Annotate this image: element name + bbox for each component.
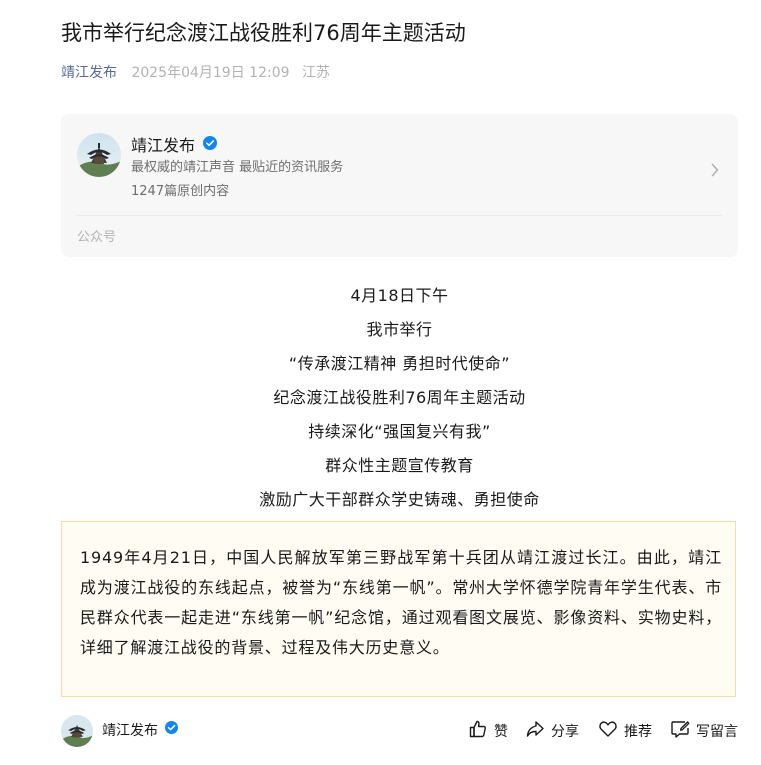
intro-line: 我市举行 — [366, 320, 433, 339]
account-name-row: 靖江发布 — [131, 134, 218, 158]
account-slogan: 最权威的靖江声音 最贴近的资讯服务 — [131, 160, 344, 175]
card-divider — [77, 215, 722, 216]
intro-line: 纪念渡江战役胜利76周年主题活动 — [273, 388, 526, 407]
heart-icon — [598, 719, 624, 743]
intro-lines: 4月18日下午 我市举行 “传承渡江精神 勇担时代使命” 纪念渡江战役胜利76周… — [61, 279, 738, 517]
account-type-label: 公众号 — [77, 230, 117, 245]
intro-line: 4月18日下午 — [350, 286, 449, 305]
comment-button[interactable]: 写留言 — [670, 720, 738, 742]
publish-datetime: 2025年04月19日 12:09 — [131, 65, 290, 81]
account-original-count: 1247篇原创内容 — [131, 184, 230, 199]
bottom-account-name: 靖江发布 — [102, 723, 158, 739]
share-label: 分享 — [551, 724, 579, 740]
like-button[interactable]: 赞 — [468, 720, 508, 742]
article-page: 我市举行纪念渡江战役胜利76周年主题活动 靖江发布 2025年04月19日 12… — [0, 0, 761, 765]
thumbs-up-icon — [468, 719, 494, 743]
comment-edit-icon — [670, 719, 696, 743]
publish-location: 江苏 — [301, 65, 330, 81]
verified-check-icon — [165, 720, 179, 740]
chevron-right-icon — [710, 162, 720, 177]
share-button[interactable]: 分享 — [525, 720, 579, 742]
article-meta: 靖江发布 2025年04月19日 12:09 江苏 — [61, 63, 330, 83]
comment-label: 写留言 — [696, 724, 738, 740]
share-arrow-icon — [525, 719, 551, 743]
like-label: 赞 — [494, 724, 508, 740]
recommend-label: 推荐 — [624, 724, 652, 740]
source-link[interactable]: 靖江发布 — [61, 65, 117, 81]
account-name: 靖江发布 — [131, 136, 196, 155]
highlight-box: 1949年4月21日，中国人民解放军第三野战军第十兵团从靖江渡过长江。由此，靖江… — [61, 521, 736, 697]
intro-line: “传承渡江精神 勇担时代使命” — [288, 354, 511, 373]
bottom-account-avatar[interactable] — [61, 715, 93, 747]
verified-check-icon — [203, 134, 218, 156]
recommend-button[interactable]: 推荐 — [598, 720, 652, 742]
intro-line: 群众性主题宣传教育 — [325, 456, 474, 475]
intro-line: 激励广大干部群众学史铸魂、勇担使命 — [259, 490, 540, 509]
bottom-bar: 靖江发布 赞 分享 推荐 写留言 — [61, 713, 738, 749]
highlight-paragraph: 1949年4月21日，中国人民解放军第三野战军第十兵团从靖江渡过长江。由此，靖江… — [80, 548, 722, 657]
account-card[interactable]: 靖江发布 最权威的靖江声音 最贴近的资讯服务 1247篇原创内容 公众号 — [61, 114, 738, 257]
intro-line: 持续深化“强国复兴有我” — [308, 422, 491, 441]
article-title: 我市举行纪念渡江战役胜利76周年主题活动 — [61, 21, 466, 45]
account-avatar — [77, 133, 121, 177]
bottom-account-name-row[interactable]: 靖江发布 — [102, 720, 179, 741]
